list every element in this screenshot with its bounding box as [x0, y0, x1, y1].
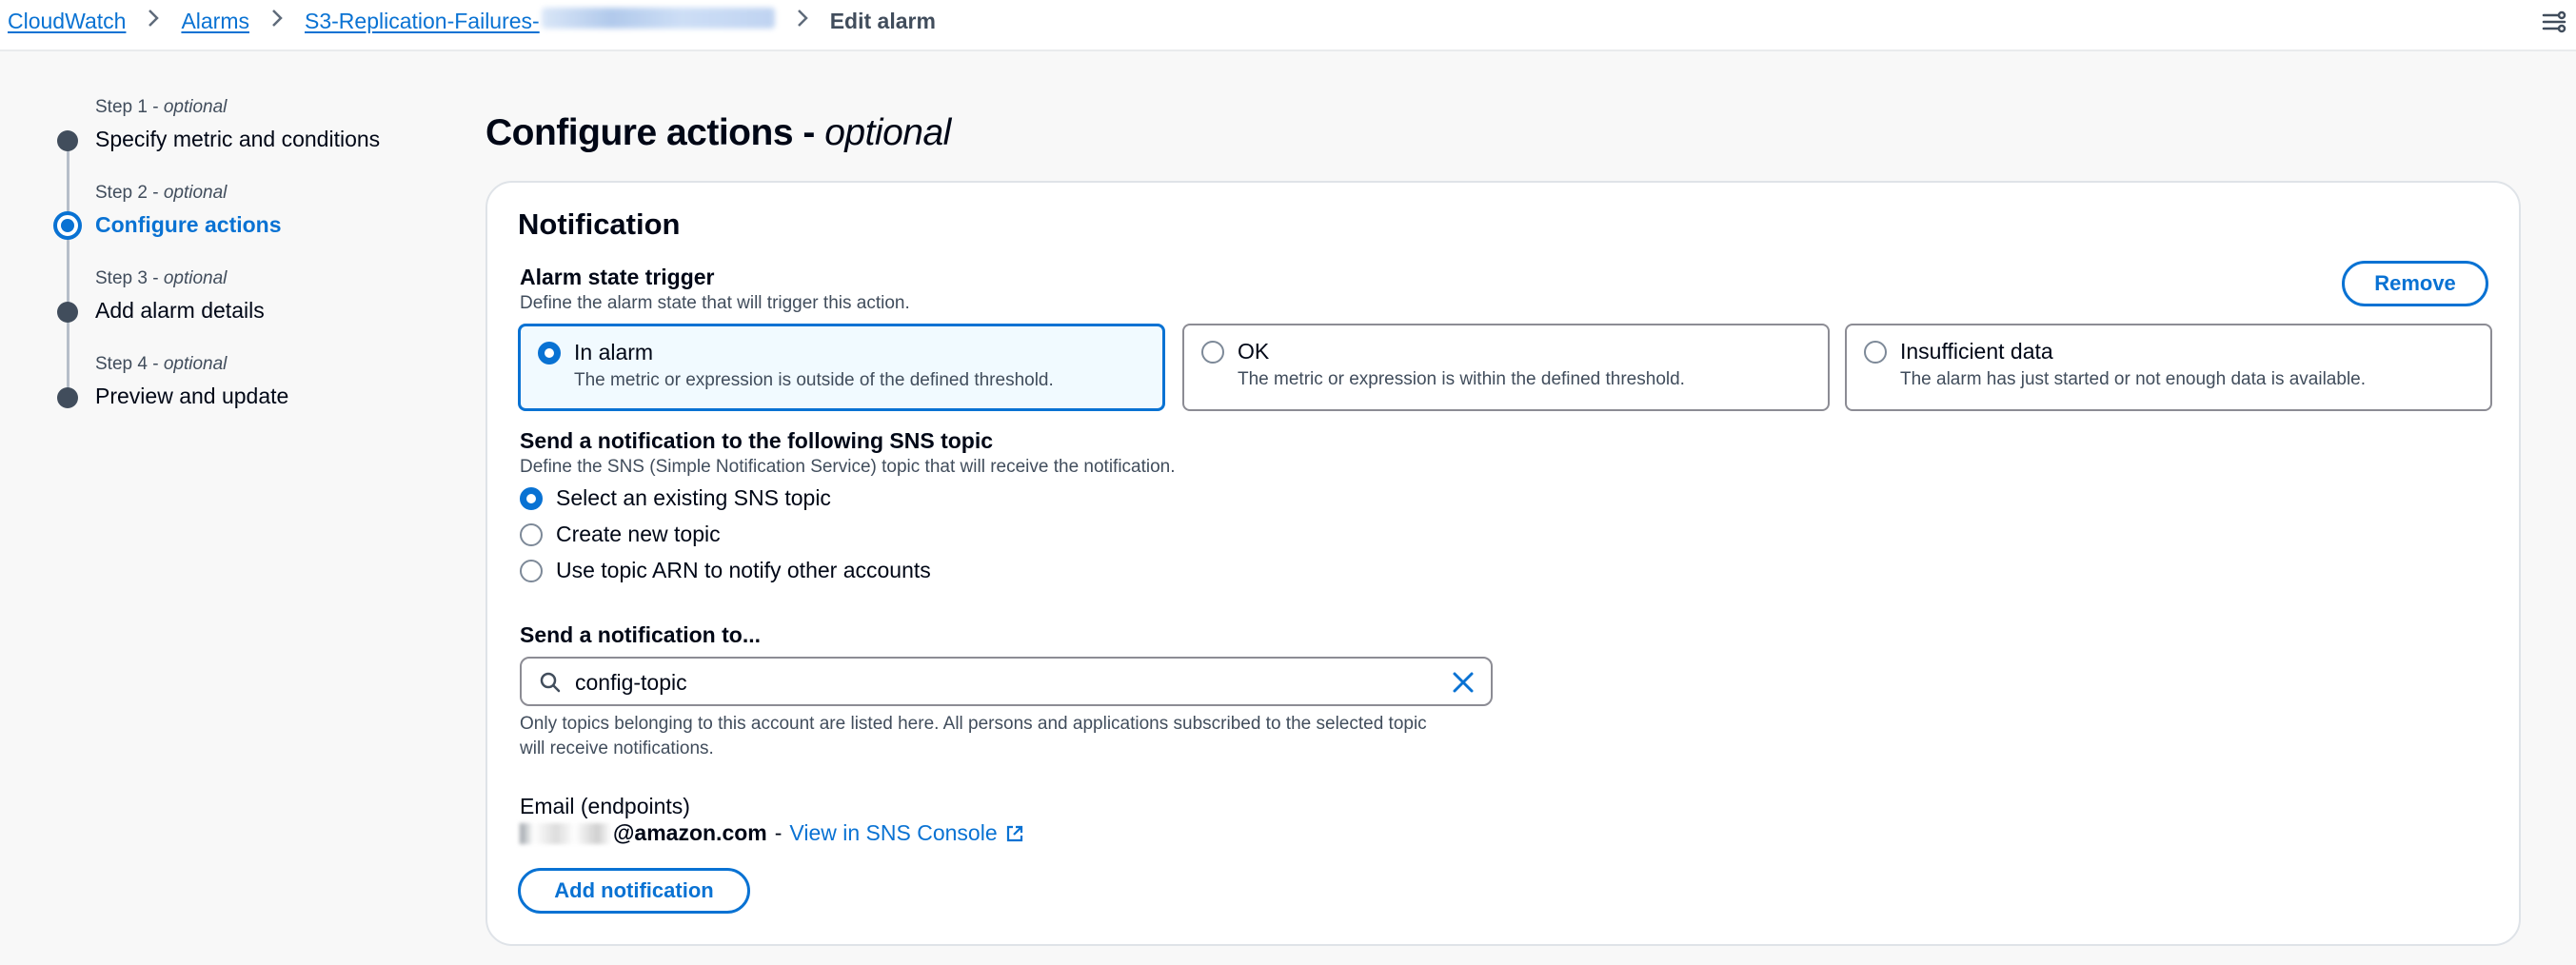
notification-heading: Notification: [518, 207, 681, 241]
layout-toggle-icon[interactable]: [2540, 8, 2568, 36]
chevron-right-icon: [796, 8, 809, 34]
external-link-icon[interactable]: [1005, 824, 1024, 843]
sns-option-arn[interactable]: Use topic ARN to notify other accounts: [520, 558, 931, 583]
add-notification-button[interactable]: Add notification: [518, 868, 750, 914]
state-tile-in-alarm[interactable]: In alarm The metric or expression is out…: [518, 324, 1165, 411]
sns-option-existing[interactable]: Select an existing SNS topic: [520, 485, 831, 511]
breadcrumb-alarm-name[interactable]: S3-Replication-Failures-: [305, 8, 775, 34]
alarm-state-trigger-description: Define the alarm state that will trigger…: [520, 293, 910, 313]
view-in-sns-console-link[interactable]: View in SNS Console: [789, 820, 997, 846]
state-description: The metric or expression is outside of t…: [574, 370, 1054, 390]
sns-option-label: Create new topic: [556, 522, 721, 546]
sns-topic-search-input[interactable]: config-topic: [520, 657, 1493, 706]
separator: -: [774, 820, 783, 845]
breadcrumb-current: Edit alarm: [829, 8, 936, 33]
step-4-title: Preview and update: [95, 384, 289, 408]
state-tile-ok[interactable]: OK The metric or expression is within th…: [1182, 324, 1830, 411]
state-title: Insufficient data: [1900, 339, 2053, 364]
step-connector: [67, 141, 69, 398]
step-3-number: Step 3 - optional: [95, 268, 228, 288]
redacted-alarm-name: [541, 8, 775, 29]
sns-option-label: Select an existing SNS topic: [556, 485, 831, 510]
step-3-title: Add alarm details: [95, 298, 265, 323]
breadcrumb-alarms[interactable]: Alarms: [181, 9, 249, 34]
radio-insufficient-data[interactable]: [1864, 341, 1887, 364]
search-help-line-1: Only topics belonging to this account ar…: [520, 714, 1427, 734]
send-notification-to-label: Send a notification to...: [520, 622, 761, 647]
step-2-number: Step 2 - optional: [95, 183, 228, 203]
radio-in-alarm[interactable]: [538, 342, 561, 364]
chevron-right-icon: [147, 8, 160, 34]
close-icon[interactable]: [1451, 670, 1476, 695]
step-1-number: Step 1 - optional: [95, 97, 228, 117]
radio-existing-topic[interactable]: [520, 486, 543, 510]
email-address: @amazon.com: [613, 820, 767, 845]
step-4-number: Step 4 - optional: [95, 354, 228, 374]
step-2-indicator-active: [53, 211, 82, 240]
search-icon: [540, 672, 561, 693]
step-1-title: Specify metric and conditions: [95, 127, 381, 151]
breadcrumb: CloudWatch Alarms S3-Replication-Failure…: [8, 4, 936, 38]
breadcrumb-cloudwatch[interactable]: CloudWatch: [8, 9, 126, 34]
sns-option-label: Use topic ARN to notify other accounts: [556, 558, 931, 582]
step-2-title: Configure actions: [95, 212, 282, 237]
notification-container: Notification Remove Alarm state trigger …: [485, 181, 2521, 946]
remove-button[interactable]: Remove: [2342, 261, 2488, 306]
email-endpoint-row: @amazon.com - View in SNS Console: [520, 820, 1024, 846]
step-3-indicator: [57, 302, 78, 323]
search-value: config-topic: [575, 670, 687, 695]
step-4-indicator: [57, 387, 78, 408]
step-1-indicator: [57, 130, 78, 151]
alarm-state-trigger-label: Alarm state trigger: [520, 265, 715, 289]
search-help-line-2: will receive notifications.: [520, 739, 714, 758]
top-navigation-bar: CloudWatch Alarms S3-Replication-Failure…: [0, 0, 2576, 51]
redacted-email-user: [520, 822, 611, 844]
radio-ok[interactable]: [1201, 341, 1224, 364]
email-endpoints-label: Email (endpoints): [520, 794, 690, 818]
state-title: In alarm: [574, 340, 654, 364]
state-description: The metric or expression is within the d…: [1238, 369, 1685, 389]
sns-option-create[interactable]: Create new topic: [520, 522, 721, 547]
radio-create-topic[interactable]: [520, 522, 543, 546]
page-title: Configure actions - optional: [485, 112, 951, 153]
sns-topic-description: Define the SNS (Simple Notification Serv…: [520, 457, 1176, 477]
sns-topic-label: Send a notification to the following SNS…: [520, 428, 994, 453]
state-tile-insufficient-data[interactable]: Insufficient data The alarm has just sta…: [1845, 324, 2492, 411]
state-description: The alarm has just started or not enough…: [1900, 369, 2367, 389]
radio-topic-arn[interactable]: [520, 559, 543, 582]
chevron-right-icon: [270, 8, 284, 34]
alarm-name-text: S3-Replication-Failures-: [305, 9, 540, 33]
state-title: OK: [1238, 339, 1270, 364]
